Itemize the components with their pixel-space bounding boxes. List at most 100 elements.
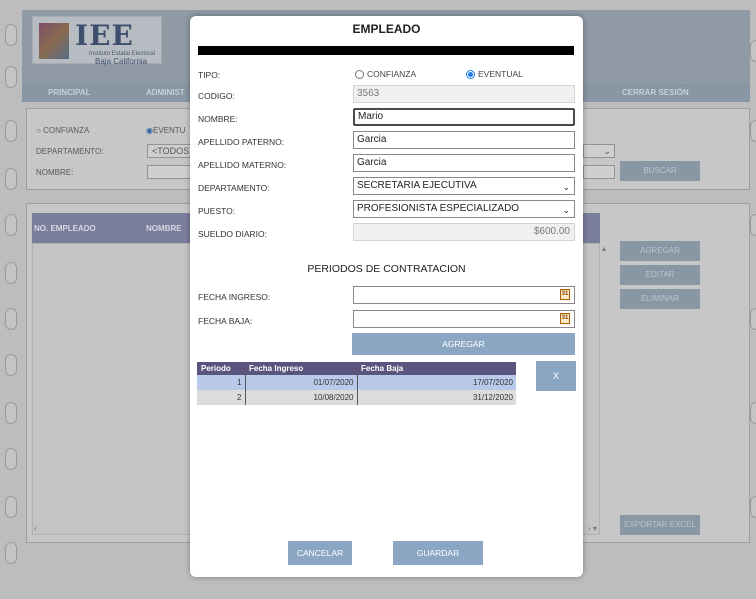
puesto-select-value: PROFESIONISTA ESPECIALIZADO xyxy=(357,203,520,214)
calendar-icon[interactable]: 31 xyxy=(560,289,570,300)
cancelar-button[interactable]: CANCELAR xyxy=(288,541,352,565)
logo-text: IEE xyxy=(75,19,134,52)
nav-item-principal[interactable]: PRINCIPAL xyxy=(48,88,91,97)
empleado-modal: EMPLEADO TIPO: CONFIANZA EVENTUAL CODIGO… xyxy=(190,16,583,577)
modal-title-bar xyxy=(198,46,574,55)
fecha-ingreso-field[interactable]: 31 xyxy=(353,286,575,304)
filter-radio-confianza-label: CONFIANZA xyxy=(43,126,90,135)
tipo-label: TIPO: xyxy=(198,70,221,80)
exportar-excel-button[interactable]: EXPORTAR EXCEL xyxy=(620,515,700,535)
apellido-materno-field[interactable]: Garcia xyxy=(353,154,575,172)
cell-periodo: 1 xyxy=(197,375,246,390)
radio-confianza-label: CONFIANZA xyxy=(367,69,417,79)
cell-fecha-baja: 31/12/2020 xyxy=(357,390,516,405)
scroll-right-icon[interactable]: › ▾ xyxy=(588,524,597,533)
col-fecha-baja[interactable]: Fecha Baja xyxy=(357,362,516,375)
table-row[interactable]: 1 01/07/2020 17/07/2020 xyxy=(197,375,516,390)
fecha-baja-label: FECHA BAJA: xyxy=(198,316,253,326)
table-row[interactable]: 2 10/08/2020 31/12/2020 xyxy=(197,390,516,405)
sueldo-diario-field: $600.00 xyxy=(353,223,575,241)
puesto-select[interactable]: PROFESIONISTA ESPECIALIZADO ⌄ xyxy=(353,200,575,218)
nombre-field[interactable]: Mario xyxy=(353,108,575,126)
radio-selected-icon: ◉ xyxy=(146,126,153,135)
scroll-left-icon[interactable]: ‹ xyxy=(34,524,37,533)
binder-ring xyxy=(750,308,756,330)
filter-departamento-label: DEPARTAMENTO: xyxy=(36,147,104,156)
filter-departamento-select[interactable]: <TODOS xyxy=(147,144,191,158)
buscar-button[interactable]: BUSCAR xyxy=(620,161,700,181)
fecha-ingreso-label: FECHA INGRESO: xyxy=(198,292,271,302)
binder-ring xyxy=(750,40,756,62)
binder-ring xyxy=(5,214,17,236)
binder-ring xyxy=(5,120,17,142)
codigo-field: 3563 xyxy=(353,85,575,103)
chevron-down-icon: ⌄ xyxy=(562,205,570,215)
filter-nombre-input[interactable] xyxy=(147,165,191,179)
binder-ring xyxy=(5,66,17,88)
codigo-label: CODIGO: xyxy=(198,91,235,101)
agregar-periodo-button[interactable]: AGREGAR xyxy=(352,333,575,355)
binder-ring xyxy=(5,168,17,190)
eliminar-button[interactable]: ELIMINAR xyxy=(620,289,700,309)
radio-eventual-label: EVENTUAL xyxy=(478,69,523,79)
binder-ring xyxy=(5,308,17,330)
grid-col-no-empleado[interactable]: NO. EMPLEADO xyxy=(34,224,96,233)
binder-ring xyxy=(5,262,17,284)
apellido-materno-label: APELLIDO MATERNO: xyxy=(198,160,287,170)
logo-mark-icon xyxy=(39,23,69,59)
binder-ring xyxy=(5,542,17,564)
binder-ring xyxy=(750,120,756,142)
puesto-label: PUESTO: xyxy=(198,206,236,216)
apellido-paterno-label: APELLIDO PATERNO: xyxy=(198,137,285,147)
filter-radio-eventual-label: EVENTU xyxy=(152,126,186,135)
cell-fecha-ingreso: 10/08/2020 xyxy=(245,390,358,405)
filter-radio-confianza[interactable]: ○ CONFIANZA xyxy=(36,126,89,135)
logo-subtitle-2: Baja California xyxy=(95,57,148,66)
nombre-label: NOMBRE: xyxy=(198,114,238,124)
periodos-section-title: PERIODOS DE CONTRATACION xyxy=(307,263,466,275)
apellido-paterno-field[interactable]: Garcia xyxy=(353,131,575,149)
cell-periodo: 2 xyxy=(197,390,246,405)
col-fecha-ingreso[interactable]: Fecha Ingreso xyxy=(245,362,357,375)
departamento-select-value: SECRETARIA EJECUTIVA xyxy=(357,180,477,191)
binder-ring xyxy=(5,402,17,424)
scroll-up-icon[interactable]: ▴ xyxy=(602,244,606,253)
radio-confianza[interactable]: CONFIANZA xyxy=(355,69,416,79)
guardar-button[interactable]: GUARDAR xyxy=(393,541,483,565)
binder-ring xyxy=(750,214,756,236)
binder-ring xyxy=(750,402,756,424)
cell-fecha-baja: 17/07/2020 xyxy=(357,375,516,390)
filter-nombre-input-end[interactable] xyxy=(583,165,615,179)
chevron-down-icon: ⌄ xyxy=(562,182,570,192)
grid-col-nombre[interactable]: NOMBRE xyxy=(146,224,182,233)
radio-selected-icon xyxy=(466,69,475,79)
chevron-down-icon: ⌄ xyxy=(603,146,611,156)
agregar-empleado-button[interactable]: AGREGAR xyxy=(620,241,700,261)
binder-ring xyxy=(5,448,17,470)
iee-logo: IEE Instituto Estatal Electoral Baja Cal… xyxy=(32,16,162,66)
filter-nombre-label: NOMBRE: xyxy=(36,168,74,177)
nav-item-cerrar-sesion[interactable]: CERRAR SESIÓN xyxy=(622,88,689,97)
departamento-label: DEPARTAMENTO: xyxy=(198,183,270,193)
editar-button[interactable]: EDITAR xyxy=(620,265,700,285)
binder-ring xyxy=(750,496,756,518)
binder-ring xyxy=(5,24,17,46)
binder-ring xyxy=(5,354,17,376)
eliminar-periodo-button[interactable]: X xyxy=(536,361,576,391)
radio-unselected-icon xyxy=(355,69,364,79)
periodos-table-header: Periodo Fecha Ingreso Fecha Baja xyxy=(197,362,516,375)
calendar-icon[interactable]: 31 xyxy=(560,313,570,324)
modal-title: EMPLEADO xyxy=(352,22,421,36)
binder-rings-left xyxy=(0,0,22,599)
filter-radio-eventual[interactable]: ◉EVENTU xyxy=(146,126,185,135)
filter-departamento-chevron[interactable]: ⌄ xyxy=(583,144,615,158)
cell-fecha-ingreso: 01/07/2020 xyxy=(245,375,358,390)
sueldo-diario-label: SUELDO DIARIO: xyxy=(198,229,267,239)
radio-eventual[interactable]: EVENTUAL xyxy=(466,69,523,79)
fecha-baja-field[interactable]: 31 xyxy=(353,310,575,328)
col-periodo[interactable]: Periodo xyxy=(197,362,245,375)
periodos-table: Periodo Fecha Ingreso Fecha Baja 1 01/07… xyxy=(197,362,516,405)
nav-item-administracion[interactable]: ADMINIST xyxy=(146,88,185,97)
binder-ring xyxy=(5,496,17,518)
departamento-select[interactable]: SECRETARIA EJECUTIVA ⌄ xyxy=(353,177,575,195)
